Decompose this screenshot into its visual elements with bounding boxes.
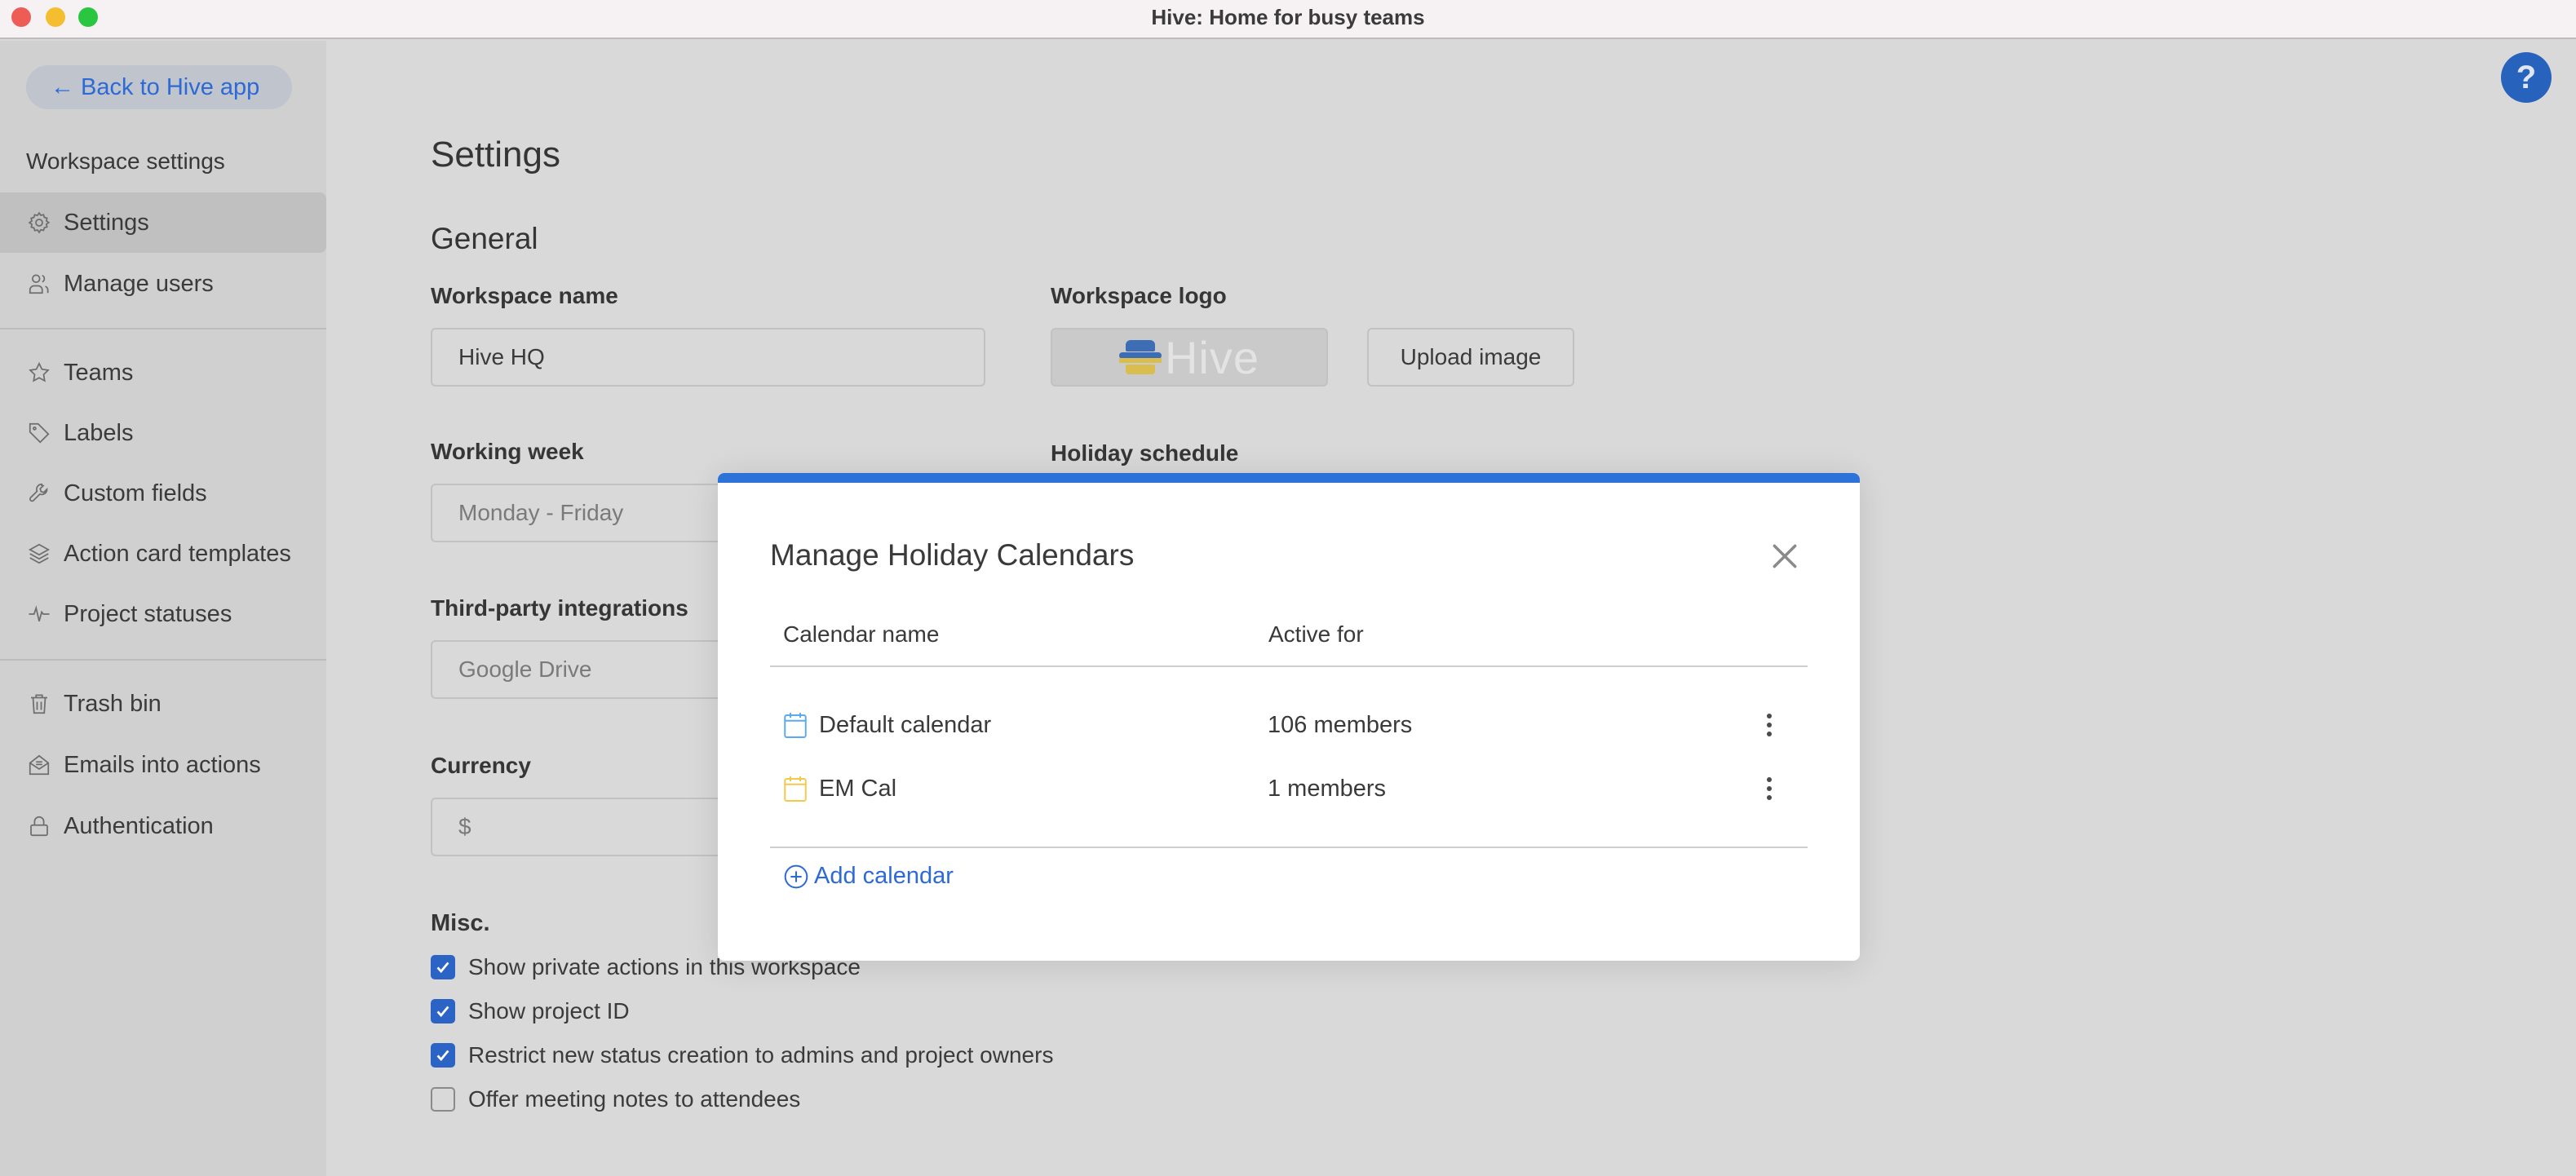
sidebar-item-label: Emails into actions xyxy=(64,751,261,778)
calendar-active-for: 1 members xyxy=(1268,775,1387,802)
wrench-icon xyxy=(26,480,52,506)
calendar-active-for: 106 members xyxy=(1268,711,1413,738)
close-modal-button[interactable] xyxy=(1765,537,1804,576)
sidebar-item-manage-users[interactable]: Manage users xyxy=(0,254,326,314)
workspace-name-input[interactable]: Hive HQ xyxy=(431,328,985,387)
sidebar-item-label: Trash bin xyxy=(64,690,162,717)
column-header-calendar-name: Calendar name xyxy=(783,621,940,647)
layers-icon xyxy=(26,541,52,567)
sidebar-divider xyxy=(0,328,326,329)
star-icon xyxy=(26,360,52,386)
option-restrict-status-creation: Restrict new status creation to admins a… xyxy=(431,1042,1053,1068)
plus-circle-icon xyxy=(784,864,808,888)
sidebar-item-emails-into-actions[interactable]: Emails into actions xyxy=(0,735,326,795)
table-header-divider xyxy=(770,665,1808,667)
pulse-icon xyxy=(26,601,52,627)
sidebar: ← Back to Hive app Workspace settings Se… xyxy=(0,41,326,1176)
sidebar-item-action-card-templates[interactable]: Action card templates xyxy=(0,524,326,584)
manage-holiday-calendars-modal: Manage Holiday Calendars Calendar name A… xyxy=(718,473,1860,961)
option-label: Restrict new status creation to admins a… xyxy=(468,1042,1054,1068)
sidebar-item-project-statuses[interactable]: Project statuses xyxy=(0,584,326,644)
misc-title: Misc. xyxy=(431,910,490,936)
currency-label: Currency xyxy=(431,753,531,778)
logo-text: Hive xyxy=(1164,331,1260,383)
modal-accent-bar xyxy=(718,473,1860,483)
option-show-project-id: Show project ID xyxy=(431,998,630,1024)
calendar-row[interactable]: Default calendar 106 members xyxy=(770,696,1808,754)
modal-title: Manage Holiday Calendars xyxy=(770,538,1135,572)
calendar-icon xyxy=(784,713,807,738)
hive-logo-icon xyxy=(1118,340,1162,374)
sidebar-item-labels[interactable]: Labels xyxy=(0,403,326,463)
sidebar-item-label: Project statuses xyxy=(64,600,232,627)
sidebar-item-label: Teams xyxy=(64,359,134,386)
lock-icon xyxy=(26,813,52,839)
users-icon xyxy=(26,271,52,297)
workspace-logo-label: Workspace logo xyxy=(1051,283,1227,308)
table-footer-divider xyxy=(770,847,1808,848)
checkbox-checked[interactable] xyxy=(431,1043,455,1068)
holiday-schedule-label: Holiday schedule xyxy=(1051,440,1239,466)
close-icon xyxy=(1773,544,1797,568)
calendar-name: EM Cal xyxy=(819,775,897,802)
page-title: Settings xyxy=(431,135,560,175)
calendar-name: Default calendar xyxy=(819,711,992,738)
sidebar-item-label: Manage users xyxy=(64,270,214,297)
sidebar-heading: Workspace settings xyxy=(26,148,225,174)
more-options-icon[interactable] xyxy=(1757,709,1782,741)
workspace-name-label: Workspace name xyxy=(431,283,618,308)
checkbox-unchecked[interactable] xyxy=(431,1087,455,1112)
sidebar-item-label: Authentication xyxy=(64,812,214,839)
sidebar-item-custom-fields[interactable]: Custom fields xyxy=(0,463,326,524)
sidebar-item-authentication[interactable]: Authentication xyxy=(0,796,326,856)
back-to-hive-button[interactable]: ← Back to Hive app xyxy=(26,65,292,109)
column-header-active-for: Active for xyxy=(1268,621,1364,647)
option-label: Show project ID xyxy=(468,998,630,1023)
calendar-row[interactable]: EM Cal 1 members xyxy=(770,760,1808,817)
tag-icon xyxy=(26,420,52,446)
add-calendar-button[interactable]: Add calendar xyxy=(783,863,954,890)
workspace-logo-preview: Hive xyxy=(1051,328,1328,387)
more-options-icon[interactable] xyxy=(1757,772,1782,805)
upload-image-button[interactable]: Upload image xyxy=(1367,328,1574,387)
sidebar-item-label: Action card templates xyxy=(64,540,291,567)
sidebar-item-settings[interactable]: Settings xyxy=(0,192,326,253)
mail-icon xyxy=(26,752,52,778)
checkbox-checked[interactable] xyxy=(431,955,455,979)
sidebar-divider xyxy=(0,659,326,661)
window-title-bar: Hive: Home for busy teams xyxy=(0,0,2576,39)
integrations-label: Third-party integrations xyxy=(431,595,688,621)
sidebar-item-label: Labels xyxy=(64,419,134,446)
sidebar-item-label: Settings xyxy=(64,209,149,236)
calendar-icon xyxy=(784,776,807,802)
help-button[interactable]: ? xyxy=(2501,52,2552,103)
trash-icon xyxy=(26,691,52,717)
sidebar-item-teams[interactable]: Teams xyxy=(0,343,326,403)
add-calendar-label: Add calendar xyxy=(814,863,954,889)
option-offer-meeting-notes: Offer meeting notes to attendees xyxy=(431,1086,800,1112)
gear-icon xyxy=(26,210,52,236)
sidebar-item-label: Custom fields xyxy=(64,480,207,506)
working-week-label: Working week xyxy=(431,439,584,464)
section-title-general: General xyxy=(431,222,538,255)
window-title: Hive: Home for busy teams xyxy=(1151,5,1425,29)
option-label: Offer meeting notes to attendees xyxy=(468,1086,801,1112)
checkbox-checked[interactable] xyxy=(431,999,455,1023)
sidebar-item-trash-bin[interactable]: Trash bin xyxy=(0,674,326,734)
